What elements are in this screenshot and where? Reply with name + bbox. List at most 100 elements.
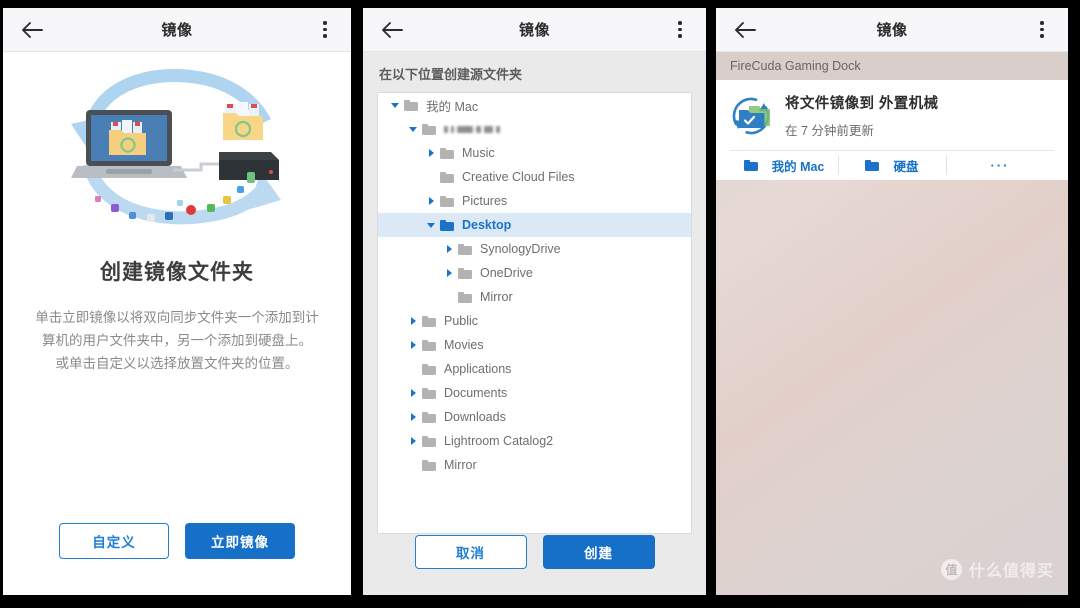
tree-row-label: Applications xyxy=(444,362,512,376)
panel1-body: 创建镜像文件夹 单击立即镜像以将双向同步文件夹一个添加到计 算机的用户文件夹中，… xyxy=(3,52,351,595)
tree-row[interactable]: Creative Cloud Files xyxy=(378,165,691,189)
tree-row-label: Movies xyxy=(444,338,484,352)
page-title: 镜像 xyxy=(876,22,908,39)
chevron-right-icon[interactable] xyxy=(440,245,458,253)
panel2-body: 在以下位置创建源文件夹 我的 Mac Music Creative Cloud Fi… xyxy=(363,52,706,595)
folder-icon xyxy=(743,160,758,171)
folder-icon xyxy=(458,267,472,279)
panel1-actions: 自定义 立即镜像 xyxy=(59,523,295,559)
mirror-card-row: 将文件镜像到 外置机械 在 7 分钟前更新 xyxy=(730,92,1054,150)
back-arrow-icon[interactable] xyxy=(17,15,47,45)
tree-row[interactable]: Public xyxy=(378,309,691,333)
chevron-right-icon[interactable] xyxy=(404,413,422,421)
folder-icon xyxy=(422,459,436,471)
watermark: 值 什么值得买 xyxy=(940,557,1054,581)
tree-row[interactable]: Applications xyxy=(378,357,691,381)
tree-row-label: Pictures xyxy=(462,194,508,208)
desc-line-3: 或单击自定义以选择放置文件夹的位置。 xyxy=(55,356,299,371)
folder-icon xyxy=(440,219,454,231)
mirror-now-button[interactable]: 立即镜像 xyxy=(185,523,295,559)
tree-row[interactable] xyxy=(378,117,691,141)
more-icon[interactable]: ··· xyxy=(991,158,1010,173)
create-button[interactable]: 创建 xyxy=(542,535,655,569)
folder-icon xyxy=(440,171,454,183)
tree-row-label: Desktop xyxy=(462,218,512,232)
titlebar-panel2: 镜像 xyxy=(363,8,706,52)
mirror-tab-label: 我的 Mac xyxy=(771,160,825,174)
tree-row[interactable]: Desktop xyxy=(378,213,691,237)
chevron-down-icon[interactable] xyxy=(422,222,440,228)
tree-row-label: Mirror xyxy=(480,290,513,304)
titlebar-panel3: 镜像 xyxy=(716,8,1068,52)
tree-row[interactable]: SynologyDrive xyxy=(378,237,691,261)
overflow-menu-icon[interactable] xyxy=(313,16,337,44)
folder-icon xyxy=(422,435,436,447)
chevron-right-icon[interactable] xyxy=(404,437,422,445)
tree-row[interactable]: Mirror xyxy=(378,453,691,477)
tree-row-label: Creative Cloud Files xyxy=(462,170,575,184)
tree-row[interactable]: Downloads xyxy=(378,405,691,429)
chevron-down-icon[interactable] xyxy=(386,102,404,108)
tree-row-label: Documents xyxy=(444,386,508,400)
mirror-card-tabs: 我的 Mac 硬盘 ··· xyxy=(730,150,1054,180)
tree-row[interactable]: Mirror xyxy=(378,285,691,309)
panel1-heading: 创建镜像文件夹 xyxy=(100,261,254,284)
dock-name-label: FireCuda Gaming Dock xyxy=(716,52,1068,80)
mirror-tab-3[interactable]: ··· xyxy=(946,151,1054,180)
tree-row[interactable]: Movies xyxy=(378,333,691,357)
panel1-description: 单击立即镜像以将双向同步文件夹一个添加到计 算机的用户文件夹中，另一个添加到硬盘… xyxy=(27,306,327,375)
chevron-right-icon[interactable] xyxy=(404,317,422,325)
chevron-right-icon[interactable] xyxy=(422,197,440,205)
overflow-menu-icon[interactable] xyxy=(1030,16,1054,44)
panel2-actions: 取消 创建 xyxy=(377,535,692,569)
chevron-right-icon[interactable] xyxy=(404,389,422,397)
page-title: 镜像 xyxy=(518,22,550,39)
mirror-card-text: 将文件镜像到 外置机械 在 7 分钟前更新 xyxy=(785,92,938,139)
panel-mirror-status: 镜像 FireCuda Gaming Dock 将文件镜像到 外置机械 在 7 … xyxy=(716,8,1068,595)
tree-row[interactable]: Music xyxy=(378,141,691,165)
tree-row-label: Downloads xyxy=(444,410,506,424)
back-arrow-icon[interactable] xyxy=(730,15,760,45)
desc-line-1: 单击立即镜像以将双向同步文件夹一个添加到计 xyxy=(35,310,319,325)
folder-icon xyxy=(422,339,436,351)
folder-icon xyxy=(440,147,454,159)
folder-icon xyxy=(422,315,436,327)
folder-icon xyxy=(422,411,436,423)
tree-row[interactable]: Pictures xyxy=(378,189,691,213)
tree-row-label: Lightroom Catalog2 xyxy=(444,434,554,448)
chevron-right-icon[interactable] xyxy=(440,269,458,277)
mirror-tab-1[interactable]: 我的 Mac xyxy=(730,151,838,180)
folder-icon xyxy=(404,99,418,111)
folder-icon xyxy=(440,195,454,207)
panel-choose-source-folder: 镜像 在以下位置创建源文件夹 我的 Mac Music Creative Cloud… xyxy=(363,8,706,595)
mirror-tab-2[interactable]: 硬盘 xyxy=(838,151,946,180)
tree-row[interactable]: OneDrive xyxy=(378,261,691,285)
customize-button[interactable]: 自定义 xyxy=(59,523,169,559)
source-folder-header: 在以下位置创建源文件夹 xyxy=(379,67,523,82)
tree-row[interactable]: Documents xyxy=(378,381,691,405)
mirror-card[interactable]: 将文件镜像到 外置机械 在 7 分钟前更新 我的 Mac 硬盘 ··· xyxy=(716,80,1068,180)
chevron-right-icon[interactable] xyxy=(422,149,440,157)
watermark-badge: 值 xyxy=(940,558,962,580)
tree-row[interactable]: Lightroom Catalog2 xyxy=(378,429,691,453)
chevron-down-icon[interactable] xyxy=(404,126,422,132)
folder-icon xyxy=(422,387,436,399)
cancel-button[interactable]: 取消 xyxy=(414,535,527,569)
tree-row[interactable]: 我的 Mac xyxy=(378,93,691,117)
folder-icon xyxy=(422,123,436,135)
panel3-body: FireCuda Gaming Dock 将文件镜像到 外置机械 在 7 分钟前… xyxy=(716,52,1068,595)
desc-line-2: 算机的用户文件夹中，另一个添加到硬盘上。 xyxy=(42,333,312,348)
overflow-menu-icon[interactable] xyxy=(668,16,692,44)
tree-row-label: Music xyxy=(462,146,495,160)
laptop-sync-harddrive-illustration xyxy=(51,64,303,236)
folder-tree[interactable]: 我的 Mac Music Creative Cloud Files Pictures D… xyxy=(377,92,692,534)
sync-folder-icon xyxy=(730,95,772,137)
page-title: 镜像 xyxy=(161,22,193,39)
folder-icon xyxy=(422,363,436,375)
folder-icon xyxy=(458,243,472,255)
tree-row-label: SynologyDrive xyxy=(480,242,561,256)
chevron-right-icon[interactable] xyxy=(404,341,422,349)
back-arrow-icon[interactable] xyxy=(377,15,407,45)
mirror-title: 将文件镜像到 外置机械 xyxy=(785,96,939,112)
tree-row-label-redacted xyxy=(444,125,500,133)
